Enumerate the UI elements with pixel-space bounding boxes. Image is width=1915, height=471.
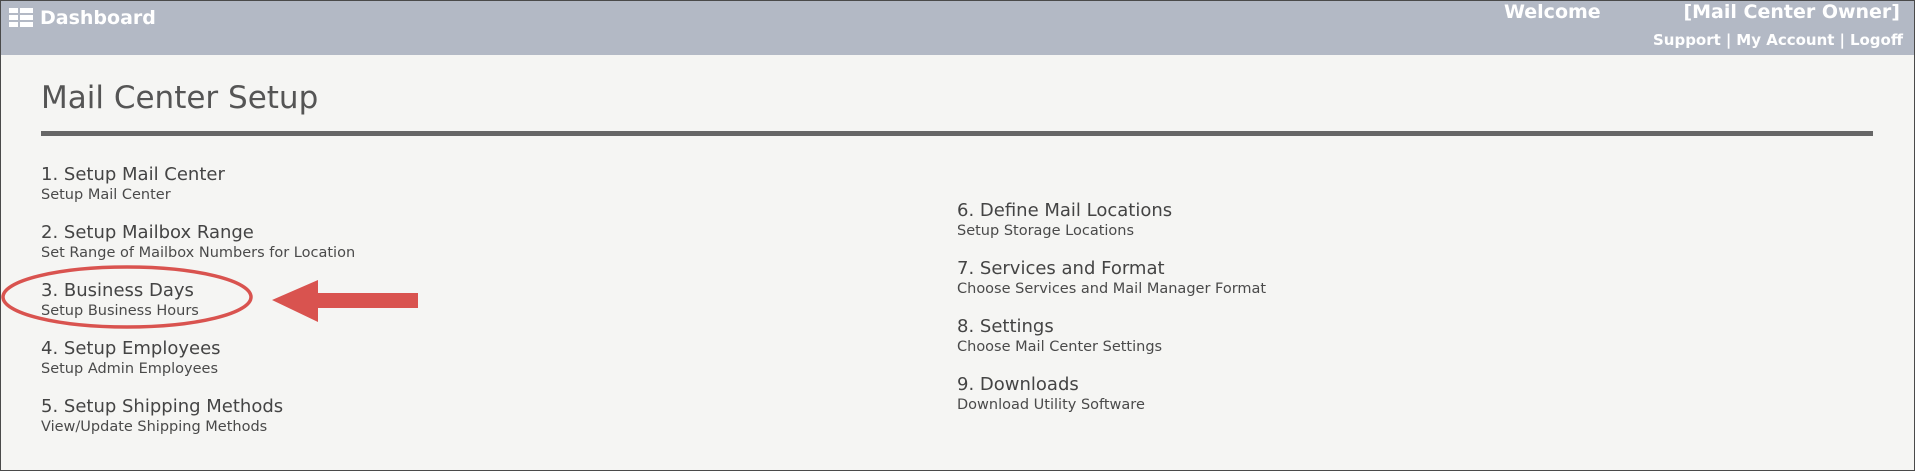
page-title: Mail Center Setup	[41, 80, 319, 116]
setup-item: 6. Define Mail Locations Setup Storage L…	[957, 200, 1266, 258]
setup-item-link[interactable]: 8. Settings	[957, 316, 1266, 338]
grid-menu-icon	[9, 8, 33, 28]
setup-item: 9. Downloads Download Utility Software	[957, 374, 1266, 432]
setup-item-link[interactable]: 6. Define Mail Locations	[957, 200, 1266, 222]
setup-item-link[interactable]: 2. Setup Mailbox Range	[41, 222, 355, 244]
logoff-link[interactable]: Logoff	[1850, 31, 1903, 49]
setup-list-left: 1. Setup Mail Center Setup Mail Center 2…	[41, 164, 355, 454]
setup-item-description: Setup Storage Locations	[957, 223, 1135, 239]
setup-item-description: Setup Admin Employees	[41, 361, 219, 377]
setup-item-description: View/Update Shipping Methods	[41, 419, 268, 435]
setup-item-description: Setup Mail Center	[41, 187, 171, 203]
setup-item: 5. Setup Shipping Methods View/Update Sh…	[41, 396, 355, 454]
setup-item-description: Setup Business Hours	[41, 303, 199, 319]
setup-list-right: 6. Define Mail Locations Setup Storage L…	[957, 200, 1266, 432]
header-links: Support | My Account | Logoff	[1653, 31, 1903, 49]
setup-item: 4. Setup Employees Setup Admin Employees	[41, 338, 355, 396]
setup-item-link[interactable]: 3. Business Days	[41, 280, 355, 302]
setup-item-link[interactable]: 1. Setup Mail Center	[41, 164, 355, 186]
welcome-label: Welcome	[1504, 1, 1601, 23]
setup-item-link[interactable]: 7. Services and Format	[957, 258, 1266, 280]
setup-item: 3. Business Days Setup Business Hours	[41, 280, 355, 338]
setup-item-link[interactable]: 4. Setup Employees	[41, 338, 355, 360]
setup-item-link[interactable]: 9. Downloads	[957, 374, 1266, 396]
top-header-bar: Dashboard Welcome [Mail Center Owner] Su…	[1, 1, 1914, 55]
setup-item-description: Download Utility Software	[957, 397, 1145, 413]
setup-item-description: Choose Services and Mail Manager Format	[957, 281, 1267, 297]
dashboard-label: Dashboard	[40, 7, 156, 29]
user-role-label: [Mail Center Owner]	[1683, 1, 1900, 23]
setup-item-description: Set Range of Mailbox Numbers for Locatio…	[41, 245, 356, 261]
my-account-link[interactable]: My Account	[1736, 31, 1834, 49]
setup-item: 1. Setup Mail Center Setup Mail Center	[41, 164, 355, 222]
support-link[interactable]: Support	[1653, 31, 1721, 49]
setup-item: 8. Settings Choose Mail Center Settings	[957, 316, 1266, 374]
setup-item-link[interactable]: 5. Setup Shipping Methods	[41, 396, 355, 418]
dashboard-link[interactable]: Dashboard	[9, 7, 156, 29]
setup-item: 2. Setup Mailbox Range Set Range of Mail…	[41, 222, 355, 280]
link-separator: |	[1725, 31, 1732, 49]
setup-item-description: Choose Mail Center Settings	[957, 339, 1163, 355]
setup-item: 7. Services and Format Choose Services a…	[957, 258, 1266, 316]
title-divider	[41, 131, 1873, 136]
link-separator: |	[1839, 31, 1845, 49]
